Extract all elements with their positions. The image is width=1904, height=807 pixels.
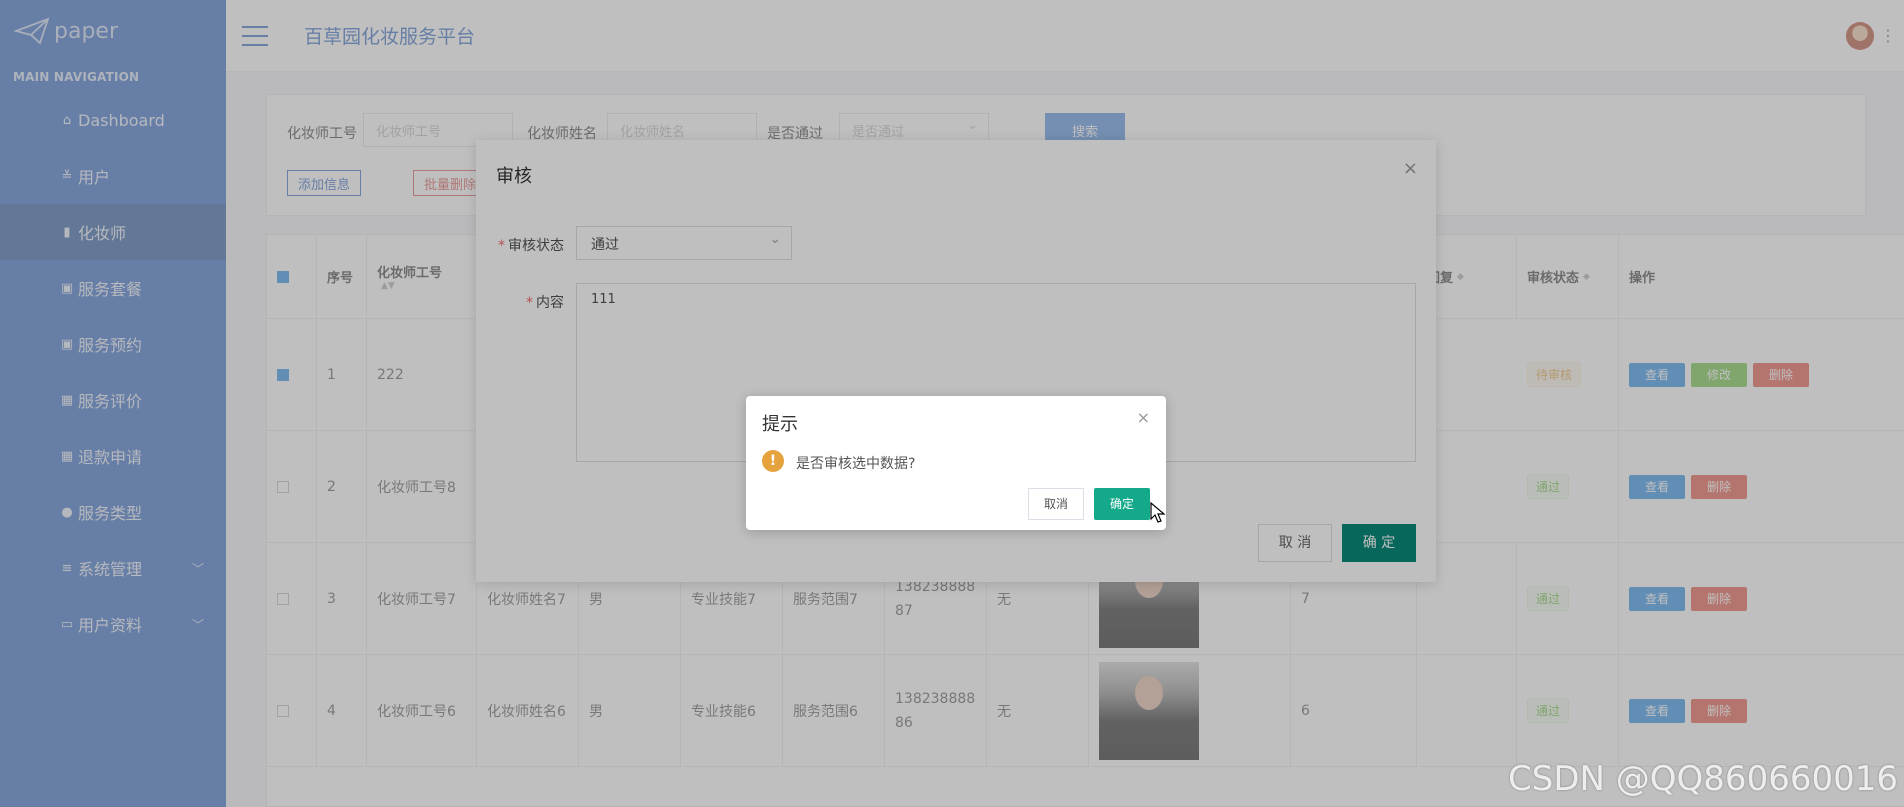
confirm-cancel-button[interactable]: 取消 — [1028, 488, 1084, 520]
watermark: CSDN @QQ860660016 — [1508, 759, 1898, 799]
confirm-ok-button[interactable]: 确定 — [1094, 488, 1150, 520]
confirm-box: 提示 × ! 是否审核选中数据? 取消 确定 — [746, 396, 1166, 530]
mouse-cursor-icon — [1150, 502, 1166, 523]
confirm-title: 提示 — [762, 414, 798, 435]
warning-icon: ! — [762, 450, 784, 472]
close-icon[interactable]: × — [1137, 408, 1150, 427]
confirm-message: 是否审核选中数据? — [796, 456, 916, 472]
